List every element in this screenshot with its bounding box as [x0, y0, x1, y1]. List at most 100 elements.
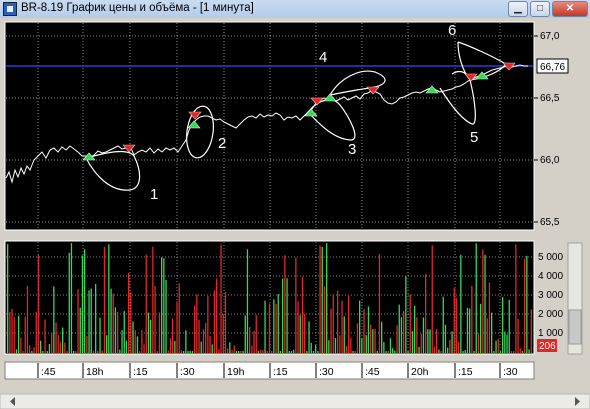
volume-bar — [172, 318, 174, 353]
volume-bar — [385, 351, 387, 353]
volume-bar — [484, 254, 486, 353]
volume-bar — [491, 312, 493, 353]
volume-bar — [42, 351, 44, 353]
volume-bar — [176, 301, 178, 353]
volume-bar — [290, 351, 293, 353]
volume-bar — [200, 341, 202, 353]
volume-bar — [438, 349, 440, 353]
volume-bar — [48, 344, 51, 353]
volume-bar — [279, 351, 282, 353]
volume-bar — [205, 322, 207, 353]
volume-bar — [444, 324, 447, 353]
volume-bar — [515, 244, 517, 353]
volume-bar — [167, 350, 169, 353]
volume-bar — [119, 349, 121, 353]
close-button[interactable]: ✕ — [552, 1, 588, 17]
volume-bar — [477, 333, 480, 353]
volume-bar — [92, 351, 95, 353]
volume-bar — [227, 348, 229, 353]
volume-bar — [68, 252, 70, 353]
volume-bar — [174, 341, 176, 353]
volume-scroll-thumb[interactable] — [568, 309, 582, 345]
volume-axis: 5 000 4 000 3 000 2 000 1 000 — [538, 252, 563, 339]
volume-bar — [229, 342, 231, 353]
volume-bar — [152, 246, 154, 353]
volume-bar — [128, 273, 130, 353]
volume-bar — [75, 351, 77, 353]
volume-bar — [330, 308, 332, 353]
volume-bar — [359, 300, 361, 353]
volume-bar — [502, 297, 504, 353]
volume-bar — [40, 340, 42, 353]
volume-bar — [180, 350, 183, 353]
current-volume-label: 206 — [539, 341, 556, 352]
volume-bar — [403, 310, 405, 353]
volume-bar — [337, 290, 339, 353]
volume-bar — [407, 351, 409, 353]
volume-bar — [95, 284, 97, 353]
volume-bar — [139, 351, 141, 353]
volume-bar — [471, 285, 473, 353]
title-bar: BR-8.19 График цены и объёма - [1 минута… — [0, 0, 590, 19]
volume-bar — [103, 246, 106, 353]
price-tick-label: 65,5 — [540, 217, 560, 228]
volume-bar — [288, 351, 290, 353]
volume-bar — [354, 351, 356, 353]
volume-bar — [26, 285, 29, 353]
volume-bar — [97, 350, 99, 353]
time-label: 19h — [227, 366, 245, 378]
volume-bar — [378, 254, 381, 353]
volume-bar — [389, 338, 392, 353]
volume-bar — [163, 258, 165, 353]
volume-bar — [29, 345, 31, 353]
volume-bar — [499, 351, 502, 353]
volume-bar — [57, 334, 59, 353]
minimize-button[interactable]: ▁ — [508, 1, 528, 17]
volume-bar — [436, 329, 438, 353]
volume-bar — [145, 254, 147, 353]
volume-bar — [453, 287, 455, 353]
volume-bar — [22, 351, 24, 353]
volume-bar — [44, 319, 46, 353]
volume-bar — [253, 331, 255, 353]
volume-bar — [15, 349, 18, 353]
volume-bar — [416, 317, 418, 353]
volume-bar — [323, 286, 326, 353]
volume-bar — [361, 338, 363, 353]
volume-bar — [46, 351, 48, 353]
volume-bar — [466, 307, 469, 353]
volume-bar — [185, 330, 187, 353]
volume-bar — [286, 278, 288, 353]
time-label: :15 — [273, 366, 288, 378]
volume-bar — [209, 336, 211, 353]
volume-bar — [455, 297, 458, 353]
volume-bar — [73, 351, 75, 353]
volume-bar — [268, 303, 271, 353]
volume-bar — [11, 308, 13, 353]
volume-bar — [383, 342, 385, 353]
volume-bar — [106, 335, 108, 353]
volume-bar — [381, 321, 383, 353]
volume-bar — [398, 304, 400, 353]
volume-bar — [442, 296, 444, 353]
volume-bar — [66, 351, 68, 353]
volume-bar — [433, 346, 436, 353]
volume-bar — [387, 351, 389, 353]
volume-bar — [409, 294, 411, 353]
horizontal-scrollbar[interactable] — [0, 393, 590, 409]
volume-bar — [156, 351, 158, 353]
volume-bar — [427, 329, 429, 353]
volume-bar — [297, 301, 299, 353]
volume-bar — [244, 315, 246, 353]
volume-bar — [488, 282, 491, 353]
volume-bar — [147, 312, 150, 353]
volume-bar — [365, 335, 367, 353]
volume-bar — [187, 351, 189, 353]
volume-bar — [213, 290, 216, 353]
volume-bar — [183, 351, 185, 353]
volume-bar — [513, 351, 515, 353]
volume-bar — [521, 351, 524, 353]
maximize-button[interactable]: □ — [530, 1, 550, 17]
volume-bar — [345, 346, 348, 353]
volume-bar — [277, 294, 279, 353]
